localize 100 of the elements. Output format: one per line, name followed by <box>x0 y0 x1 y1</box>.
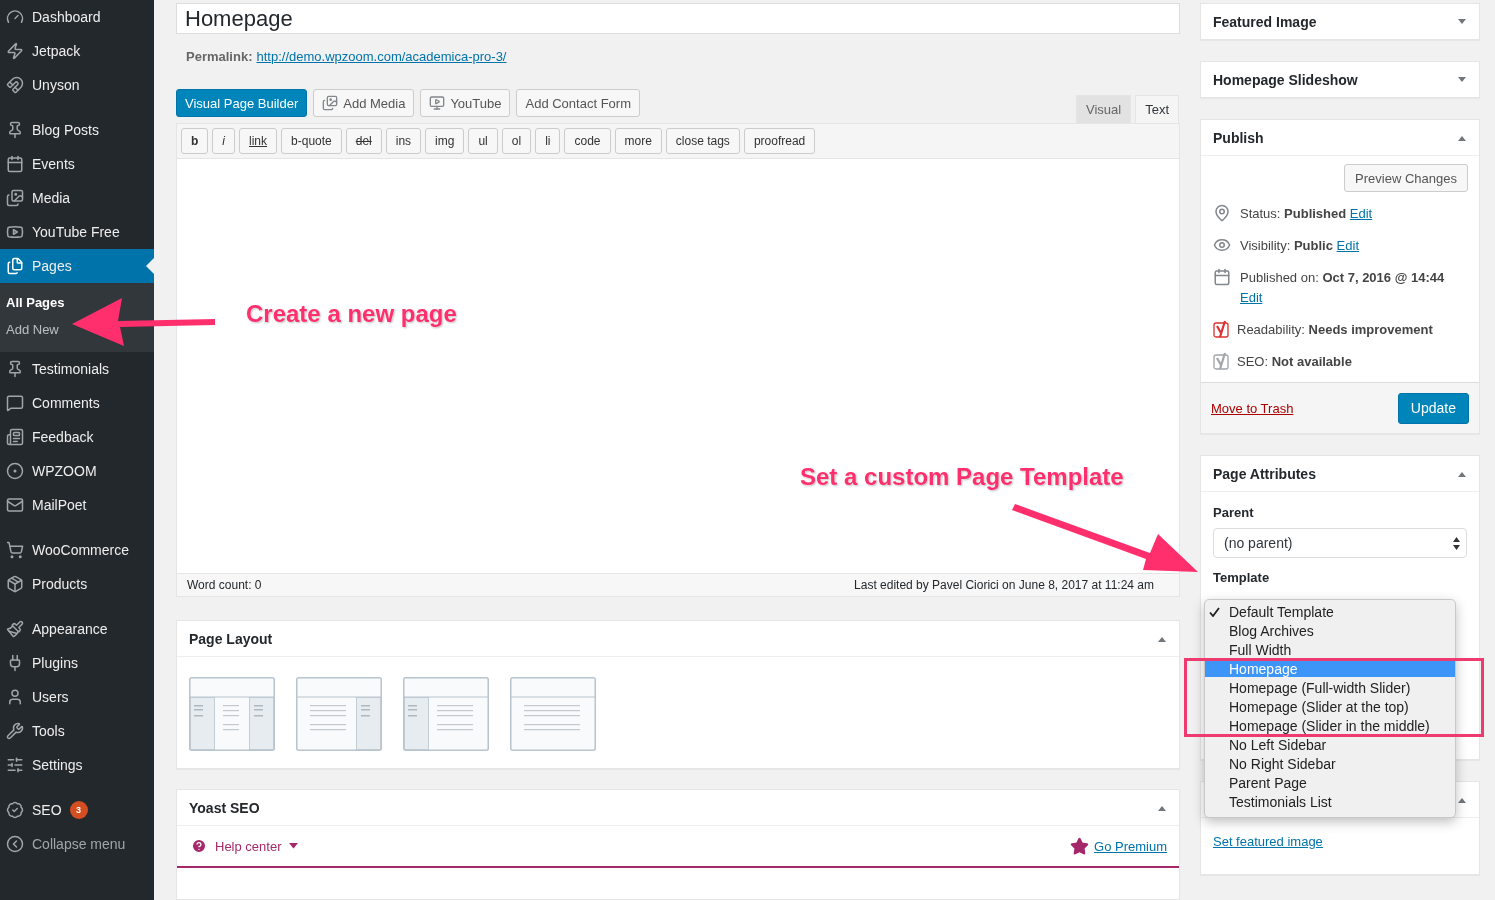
pin-icon <box>6 121 24 139</box>
caret-down-icon[interactable] <box>1457 76 1467 83</box>
menu-item[interactable]: Events <box>0 147 154 181</box>
quicktag-button[interactable]: proofread <box>743 128 816 155</box>
parent-label: Parent <box>1213 505 1255 520</box>
calendar-icon <box>1213 268 1231 286</box>
menu-item[interactable]: Dashboard <box>0 0 154 34</box>
title-field[interactable]: Homepage <box>176 3 1180 35</box>
menu-item[interactable]: Feedback <box>0 420 154 454</box>
menu-item[interactable]: Settings <box>0 748 154 782</box>
dropdown-option[interactable]: Default Template <box>1205 604 1455 620</box>
bolt-icon <box>6 42 24 60</box>
dropdown-option[interactable]: Parent Page <box>1205 775 1455 791</box>
panel-title: Yoast SEO <box>189 799 260 816</box>
menu-item[interactable]: Appearance <box>0 612 154 646</box>
quicktag-button[interactable]: more <box>614 128 662 155</box>
menu-item[interactable]: Tools <box>0 714 154 748</box>
caret-up-icon[interactable] <box>1157 635 1167 642</box>
panel-title: Publish <box>1213 129 1264 146</box>
media-button[interactable]: YouTube <box>420 89 511 118</box>
editor-tab[interactable]: Text <box>1135 95 1179 124</box>
go-premium-link[interactable]: Go Premium <box>1094 838 1167 854</box>
dropdown-option[interactable]: Homepage (Slider in the middle) <box>1205 718 1455 734</box>
set-featured-image-link[interactable]: Set featured image <box>1213 834 1323 849</box>
wrench-icon <box>6 722 24 740</box>
menu-item[interactable]: Pages <box>0 249 154 283</box>
menu-item[interactable]: WooCommerce <box>0 533 154 567</box>
caret-up-icon[interactable] <box>1457 134 1467 141</box>
dropdown-option[interactable]: Homepage (Full-width Slider) <box>1205 680 1455 696</box>
menu-item[interactable]: YouTube Free <box>0 215 154 249</box>
parent-select[interactable]: (no parent) <box>1213 528 1467 558</box>
caret-up-icon[interactable] <box>1457 796 1467 803</box>
pages-icon <box>6 257 24 275</box>
speech-bubble-icon <box>6 394 24 412</box>
update-button[interactable]: Update <box>1397 392 1469 424</box>
dropdown-option[interactable]: Blog Archives <box>1205 623 1455 639</box>
media-button[interactable]: Add Media <box>313 89 415 118</box>
help-icon <box>191 838 207 855</box>
caret-up-icon[interactable] <box>1457 470 1467 477</box>
quicktag-button[interactable]: del <box>345 128 382 155</box>
publish-info-text: SEO: Not available <box>1237 353 1353 371</box>
submenu-item[interactable]: All Pages <box>0 289 154 316</box>
quicktag-button[interactable]: img <box>425 128 465 155</box>
editor-tab[interactable]: Visual <box>1075 95 1132 124</box>
publish-info-text: Status: Published Edit <box>1240 205 1374 223</box>
quicktag-button[interactable]: b <box>181 128 209 155</box>
edit-link[interactable]: Edit <box>1336 238 1359 253</box>
brush-icon <box>6 620 24 638</box>
menu-item[interactable]: Products <box>0 567 154 601</box>
caret-down-icon[interactable] <box>1457 18 1467 25</box>
publish-info-text: Published on: Oct 7, 2016 @ 14:44 Edit <box>1240 269 1446 307</box>
quicktag-button[interactable]: ins <box>385 128 422 155</box>
menu-item[interactable]: WPZOOM <box>0 454 154 488</box>
dropdown-option[interactable]: Testimonials List <box>1205 794 1455 810</box>
sliders-icon <box>6 756 24 774</box>
images-icon <box>322 95 339 112</box>
edit-link[interactable]: Edit <box>1240 290 1263 305</box>
star-icon <box>1070 836 1090 856</box>
envelope-icon <box>6 496 24 514</box>
menu-item[interactable]: Plugins <box>0 646 154 680</box>
quicktag-button[interactable]: li <box>535 128 561 155</box>
calendar-icon <box>6 155 24 173</box>
caret-up-icon[interactable] <box>1157 804 1167 811</box>
play-icon <box>429 95 446 112</box>
menu-item[interactable]: Blog Posts <box>0 113 154 147</box>
menu-item[interactable]: MailPoet <box>0 488 154 522</box>
dropdown-option[interactable]: Full Width <box>1205 642 1455 658</box>
permalink-link[interactable]: http://demo.wpzoom.com/academica-pro-3/ <box>256 49 507 65</box>
menu-item[interactable]: Testimonials <box>0 352 154 386</box>
annotation-text: Set a custom Page Template <box>800 463 1124 491</box>
quicktag-button[interactable]: close tags <box>665 128 740 155</box>
move-to-trash-link[interactable]: Move to Trash <box>1211 400 1294 416</box>
annotation-text: Create a new page <box>246 300 457 328</box>
submenu-item[interactable]: Add New <box>0 316 154 343</box>
quicktag-button[interactable]: i <box>212 128 235 155</box>
edit-link[interactable]: Edit <box>1349 206 1373 221</box>
quicktag-button[interactable]: ul <box>468 128 498 155</box>
menu-item[interactable]: Media <box>0 181 154 215</box>
help-center-link[interactable]: Help center <box>191 838 299 855</box>
menu-item[interactable]: Users <box>0 680 154 714</box>
dropdown-option[interactable]: No Left Sidebar <box>1205 737 1455 753</box>
template-label: Template <box>1213 570 1271 585</box>
quicktag-button[interactable]: code <box>564 128 611 155</box>
dropdown-option[interactable]: Homepage (Slider at the top) <box>1205 699 1455 715</box>
media-button[interactable]: Visual Page Builder <box>176 89 308 118</box>
menu-item[interactable]: Jetpack <box>0 34 154 68</box>
menu-item[interactable]: Comments <box>0 386 154 420</box>
gauge-icon <box>6 8 24 26</box>
menu-item[interactable]: SEO 3 <box>0 793 154 827</box>
media-button[interactable]: Add Contact Form <box>516 89 640 118</box>
quicktag-button[interactable]: b-quote <box>281 128 342 155</box>
quicktag-button[interactable]: ol <box>501 128 532 155</box>
collapse-menu[interactable]: Collapse menu <box>0 827 154 861</box>
pin-icon <box>1213 204 1231 222</box>
panel-title: Homepage Slideshow <box>1213 71 1358 88</box>
quicktag-button[interactable]: link <box>239 128 278 155</box>
menu-item[interactable]: Unyson <box>0 68 154 102</box>
newspaper-icon <box>6 428 24 446</box>
preview-changes-button[interactable]: Preview Changes <box>1344 164 1468 192</box>
dropdown-option[interactable]: No Right Sidebar <box>1205 756 1455 772</box>
